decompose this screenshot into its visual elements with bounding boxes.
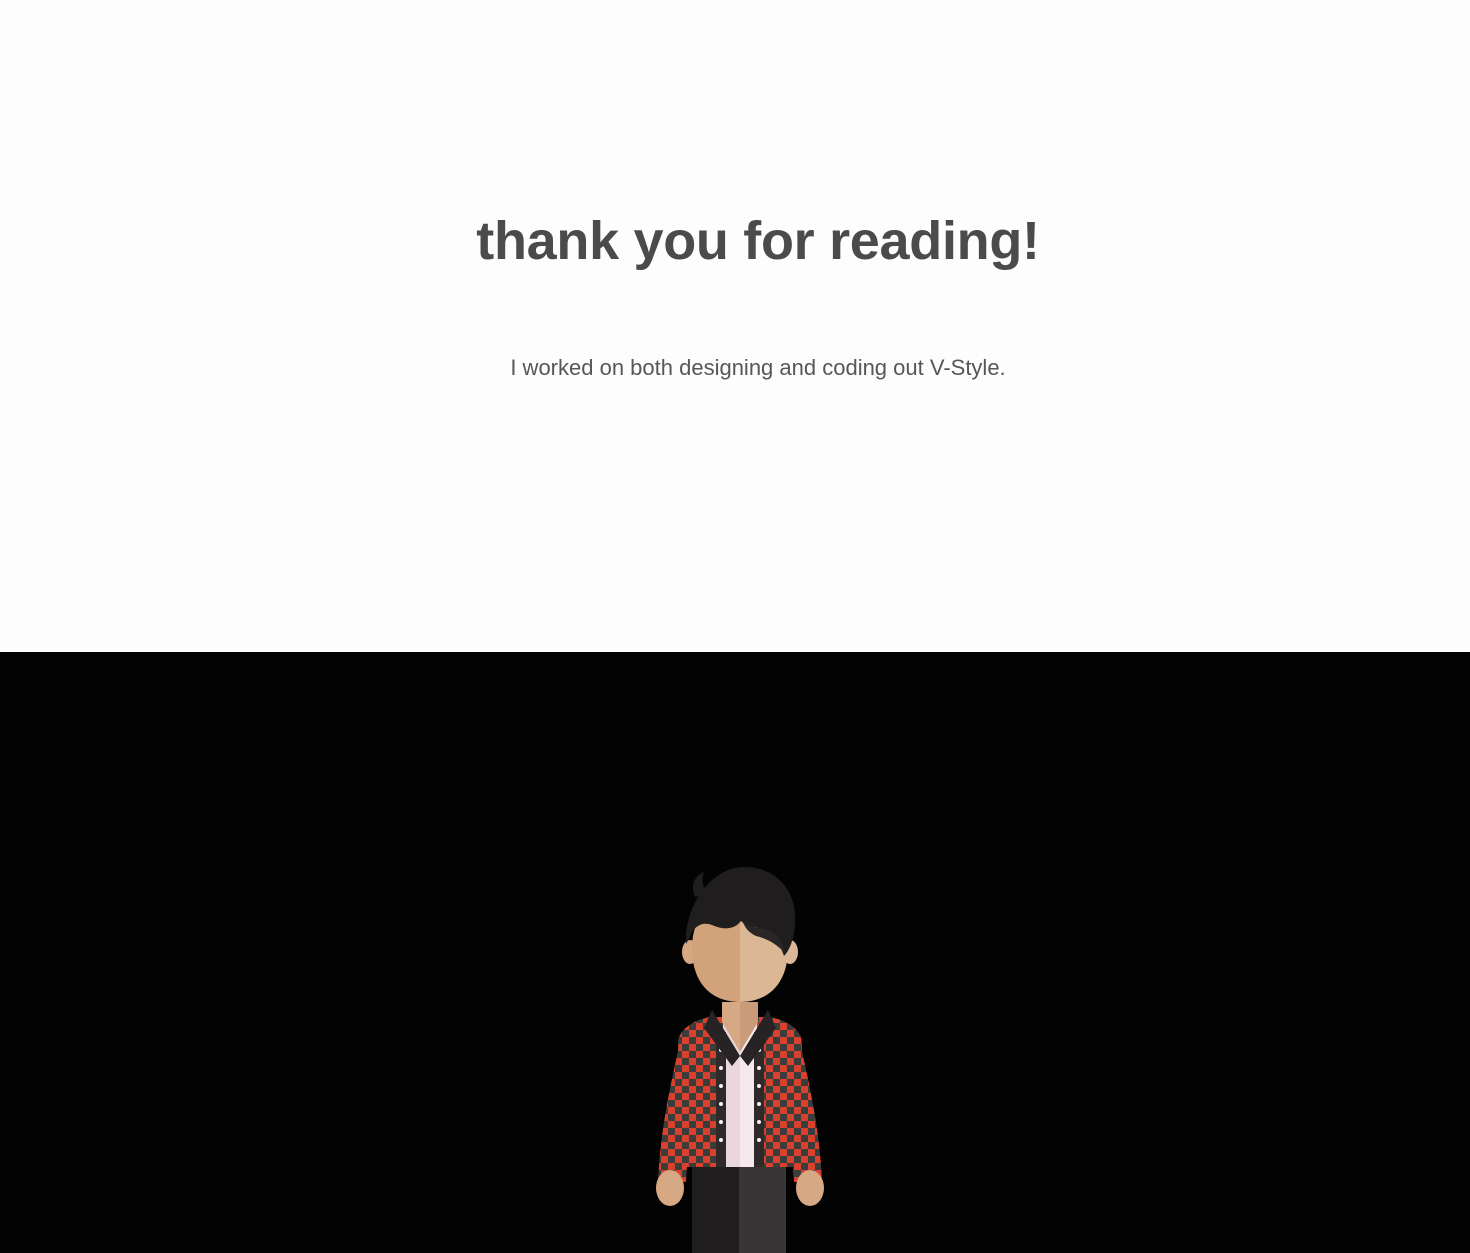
thank-you-heading: thank you for reading! xyxy=(476,211,1040,271)
hair-tuft xyxy=(693,872,709,897)
right-leg xyxy=(739,1167,786,1253)
avatar-section xyxy=(0,652,1470,1253)
project-credit-text: I worked on both designing and coding ou… xyxy=(510,355,1006,380)
right-hand xyxy=(796,1170,824,1206)
page: thank you for reading! I worked on both … xyxy=(0,0,1470,1253)
closing-section: thank you for reading! I worked on both … xyxy=(0,0,1470,652)
person-in-plaid-shirt-icon xyxy=(656,866,824,1253)
left-hand xyxy=(656,1170,684,1206)
left-leg xyxy=(692,1167,741,1253)
